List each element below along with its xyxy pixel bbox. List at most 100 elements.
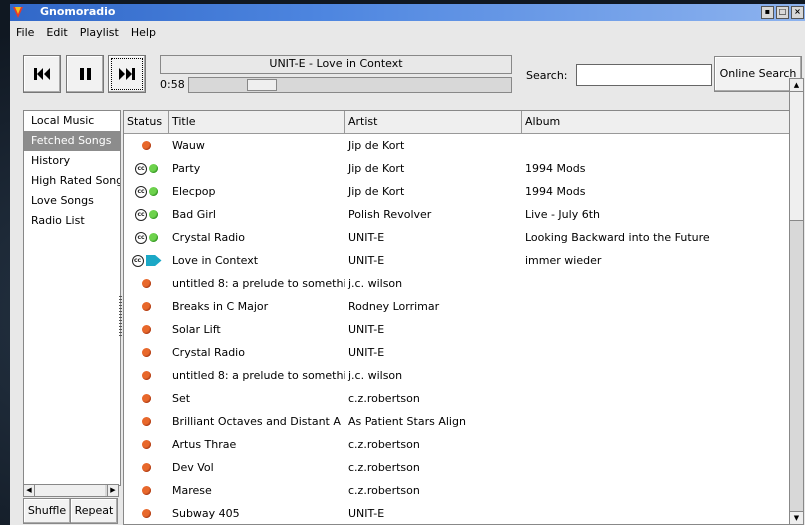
maximize-button[interactable]: □ bbox=[776, 6, 789, 19]
pending-status-icon bbox=[142, 348, 151, 357]
table-row[interactable]: cc Love in Context UNIT-E immer wieder bbox=[124, 249, 790, 272]
artist-cell: c.z.robertson bbox=[348, 438, 420, 451]
scroll-left-icon[interactable]: ◀ bbox=[24, 485, 35, 496]
title-cell: Crystal Radio bbox=[172, 346, 245, 359]
table-row[interactable]: cc Crystal Radio UNIT-E Looking Backward in… bbox=[124, 226, 790, 249]
menu-file[interactable]: File bbox=[16, 26, 34, 39]
status-cell bbox=[124, 348, 169, 357]
table-row[interactable]: cc Party Jip de Kort 1994 Mods bbox=[124, 157, 790, 180]
table-row[interactable]: Breaks in C Major Rodney Lorrimar bbox=[124, 295, 790, 318]
pane-resize-handle[interactable] bbox=[119, 296, 122, 336]
pending-status-icon bbox=[142, 417, 151, 426]
artist-cell: Jip de Kort bbox=[348, 139, 405, 152]
artist-cell: c.z.robertson bbox=[348, 461, 420, 474]
pause-icon bbox=[80, 68, 91, 80]
creative-commons-icon: cc bbox=[135, 208, 147, 221]
pending-status-icon bbox=[142, 141, 151, 150]
table-row[interactable]: Set c.z.robertson bbox=[124, 387, 790, 410]
scroll-right-icon[interactable]: ▶ bbox=[107, 485, 118, 496]
table-row[interactable]: untitled 8: a prelude to something j.c. w… bbox=[124, 364, 790, 387]
status-cell: cc bbox=[124, 185, 169, 198]
table-scrollbar-thumb[interactable] bbox=[790, 92, 803, 221]
table-row[interactable]: cc Bad Girl Polish Revolver Live - July 6th bbox=[124, 203, 790, 226]
minimize-button[interactable]: ▪ bbox=[761, 6, 774, 19]
sidebar-horizontal-scrollbar[interactable]: ◀ ▶ bbox=[23, 484, 119, 497]
app-logo-icon bbox=[13, 7, 23, 18]
pending-status-icon bbox=[142, 463, 151, 472]
search-input[interactable] bbox=[576, 64, 712, 86]
sidebar-item-history[interactable]: History bbox=[24, 151, 120, 171]
album-cell: immer wieder bbox=[525, 254, 602, 267]
table-row[interactable]: cc Elecpop Jip de Kort 1994 Mods bbox=[124, 180, 790, 203]
downloaded-status-icon bbox=[149, 187, 158, 196]
column-header-album[interactable]: Album bbox=[522, 111, 790, 133]
table-row[interactable]: untitled 8: a prelude to something j.c. w… bbox=[124, 272, 790, 295]
sidebar-item-high-rated-songs[interactable]: High Rated Songs bbox=[24, 171, 120, 191]
table-row[interactable]: Solar Lift UNIT-E bbox=[124, 318, 790, 341]
album-cell: Live - July 6th bbox=[525, 208, 600, 221]
table-row[interactable]: Subway 405 UNIT-E bbox=[124, 502, 790, 524]
column-header-title[interactable]: Title bbox=[169, 111, 345, 133]
column-header-status[interactable]: Status bbox=[124, 111, 169, 133]
sidebar-item-fetched-songs[interactable]: Fetched Songs bbox=[24, 131, 120, 151]
status-cell bbox=[124, 325, 169, 334]
status-cell bbox=[124, 371, 169, 380]
artist-cell: UNIT-E bbox=[348, 254, 385, 267]
title-cell: Love in Context bbox=[172, 254, 259, 267]
title-cell: Party bbox=[172, 162, 201, 175]
sidebar-item-love-songs[interactable]: Love Songs bbox=[24, 191, 120, 211]
table-row[interactable]: Artus Thrae c.z.robertson bbox=[124, 433, 790, 456]
sidebar-item-local-music[interactable]: Local Music bbox=[24, 111, 120, 131]
app-window: Gnomoradio ▪ □ × File Edit Playlist Help… bbox=[10, 4, 805, 525]
title-cell: Artus Thrae bbox=[172, 438, 237, 451]
downloaded-status-icon bbox=[149, 233, 158, 242]
artist-cell: c.z.robertson bbox=[348, 392, 420, 405]
table-vertical-scrollbar[interactable]: ▲ ▼ bbox=[789, 78, 804, 525]
seek-slider-handle[interactable] bbox=[247, 79, 277, 91]
pending-status-icon bbox=[142, 325, 151, 334]
album-cell: 1994 Mods bbox=[525, 185, 586, 198]
status-cell bbox=[124, 440, 169, 449]
artist-cell: UNIT-E bbox=[348, 323, 385, 336]
table-row[interactable]: Marese c.z.robertson bbox=[124, 479, 790, 502]
previous-button[interactable] bbox=[23, 55, 61, 93]
status-cell bbox=[124, 302, 169, 311]
column-header-artist[interactable]: Artist bbox=[345, 111, 522, 133]
status-cell bbox=[124, 463, 169, 472]
title-cell: Crystal Radio bbox=[172, 231, 245, 244]
next-icon bbox=[119, 68, 135, 80]
table-row[interactable]: Crystal Radio UNIT-E bbox=[124, 341, 790, 364]
scroll-up-icon[interactable]: ▲ bbox=[790, 79, 803, 92]
repeat-button[interactable]: Repeat bbox=[70, 498, 118, 524]
artist-cell: As Patient Stars Align bbox=[348, 415, 466, 428]
status-cell bbox=[124, 417, 169, 426]
artist-cell: Rodney Lorrimar bbox=[348, 300, 440, 313]
title-bar[interactable]: Gnomoradio ▪ □ × bbox=[10, 4, 805, 21]
table-row[interactable]: Brilliant Octaves and Distant A As Patien… bbox=[124, 410, 790, 433]
artist-cell: Jip de Kort bbox=[348, 185, 405, 198]
previous-icon bbox=[34, 68, 50, 80]
table-row[interactable]: Wauw Jip de Kort bbox=[124, 134, 790, 157]
shuffle-button[interactable]: Shuffle bbox=[23, 498, 71, 524]
song-table: Status Title Artist Album Wauw Jip de Kor… bbox=[123, 110, 791, 525]
creative-commons-icon: cc bbox=[135, 162, 147, 175]
title-cell: untitled 8: a prelude to something bbox=[172, 277, 345, 290]
seek-slider[interactable] bbox=[188, 77, 512, 93]
sidebar-item-radio-list[interactable]: Radio List bbox=[24, 211, 120, 231]
table-body: Wauw Jip de Kort cc Party Jip de Kort 1994 Mo… bbox=[124, 134, 790, 524]
title-cell: Marese bbox=[172, 484, 212, 497]
status-cell bbox=[124, 394, 169, 403]
scroll-down-icon[interactable]: ▼ bbox=[790, 511, 803, 524]
menu-edit[interactable]: Edit bbox=[46, 26, 67, 39]
pause-button[interactable] bbox=[66, 55, 104, 93]
next-button[interactable] bbox=[108, 55, 146, 93]
artist-cell: UNIT-E bbox=[348, 507, 385, 520]
menu-playlist[interactable]: Playlist bbox=[80, 26, 119, 39]
close-button[interactable]: × bbox=[791, 6, 804, 19]
elapsed-time: 0:58 bbox=[160, 78, 185, 91]
table-row[interactable]: Dev Vol c.z.robertson bbox=[124, 456, 790, 479]
sidebar-scrollbar-thumb[interactable] bbox=[35, 485, 105, 496]
menu-help[interactable]: Help bbox=[131, 26, 156, 39]
pending-status-icon bbox=[142, 440, 151, 449]
artist-cell: j.c. wilson bbox=[348, 369, 403, 382]
